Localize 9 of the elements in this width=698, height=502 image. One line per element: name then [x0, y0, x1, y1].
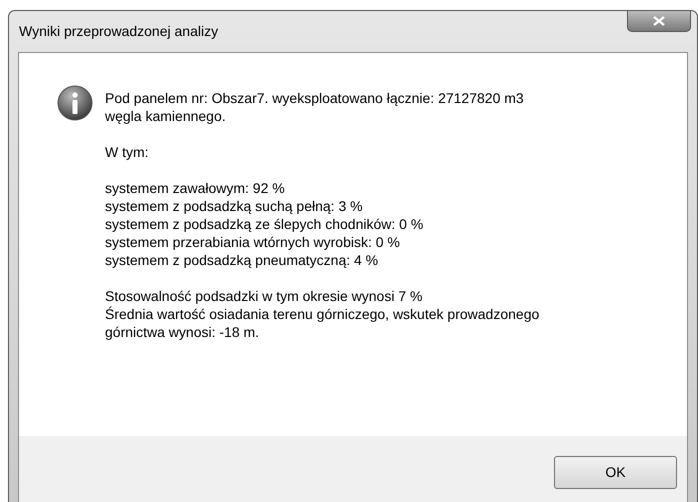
- close-button[interactable]: [627, 10, 691, 32]
- window-title: Wyniki przeprowadzonej analizy: [19, 22, 218, 41]
- info-icon: [57, 85, 93, 121]
- message-text: W tym:: [105, 143, 150, 161]
- message-text: systemem zawałowym: 92 % systemem z podsadzką suchą pełną: 3 % systemem z podsadzką ze ślepych chodników: 0 % systemem przerabiania wtórnych wyrobisk: 0 % systemem z podsadzką pneumatyczną: 4 %: [105, 179, 424, 269]
- message-text: Stosowalność podsadzki w tym okresie wynosi 7 % Średnia wartość osiadania terenu górniczego, wskutek prowadzonego górnictwa wynosi: -18 m.: [105, 287, 540, 341]
- close-icon: [653, 16, 665, 26]
- ok-button[interactable]: OK: [554, 456, 677, 488]
- message-text: Pod panelem nr: Obszar7. wyeksploatowano łącznie: 27127820 m3 węgla kamiennego.: [105, 89, 525, 125]
